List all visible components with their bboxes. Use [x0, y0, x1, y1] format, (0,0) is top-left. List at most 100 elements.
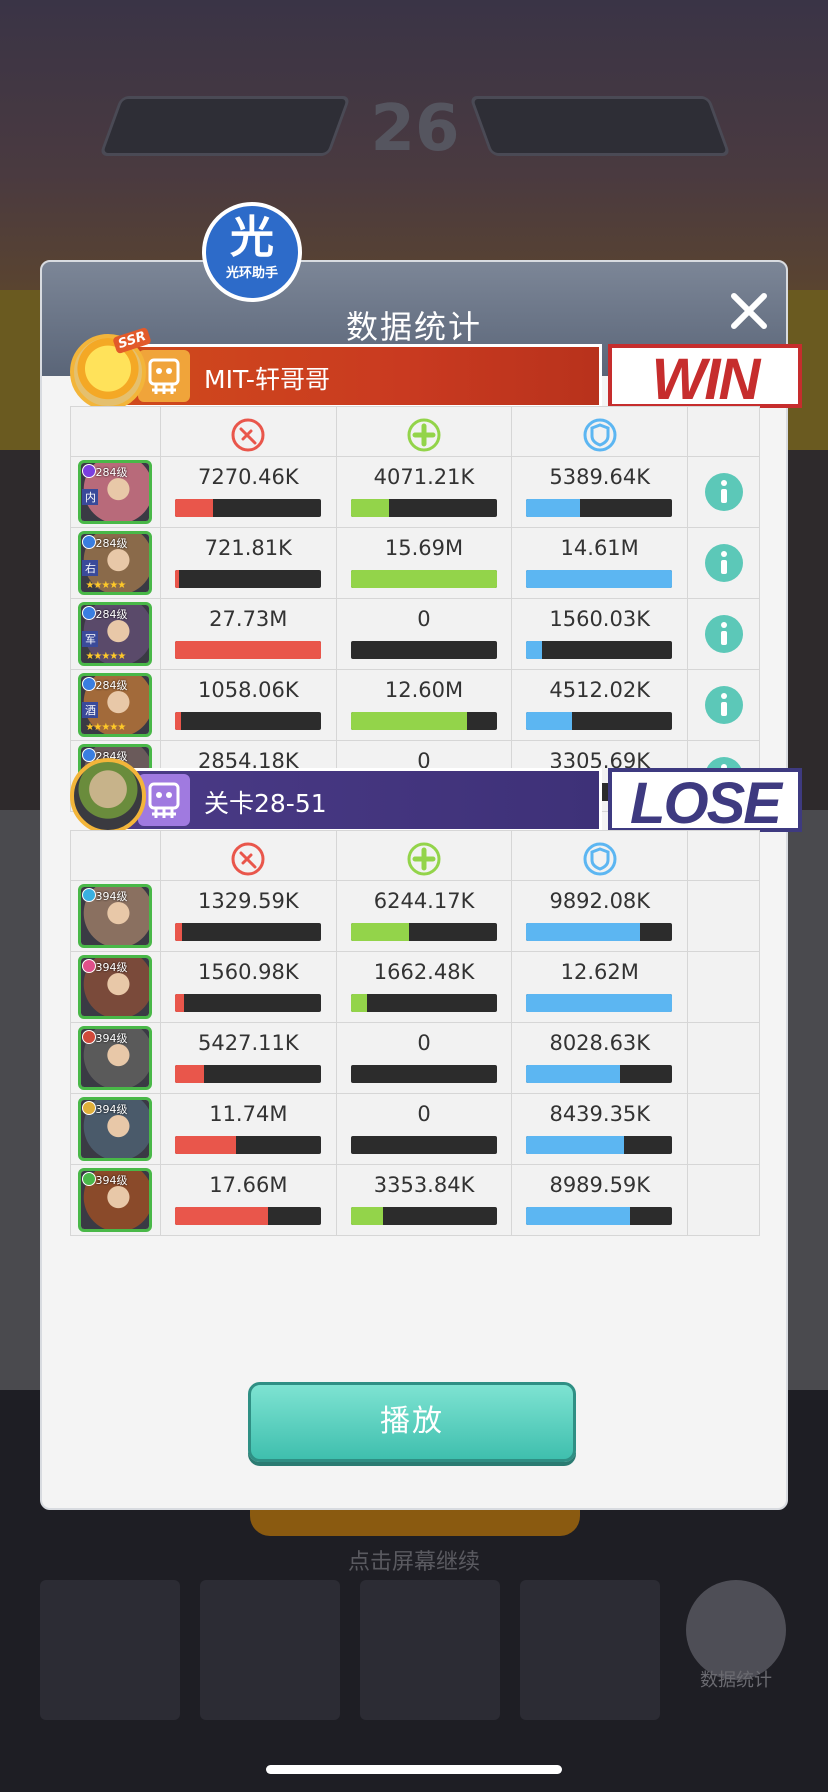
heal-bar	[350, 712, 497, 730]
defense-bar-fill	[526, 1207, 631, 1225]
hero-cell: 394级	[70, 1093, 161, 1165]
defense-cell: 9892.08K	[511, 880, 689, 952]
stats-header-row	[70, 406, 760, 457]
play-button[interactable]: 播放	[248, 1382, 576, 1462]
heal-icon	[407, 842, 441, 875]
info-cell	[687, 1093, 760, 1165]
dialog-title: 数据统计	[345, 308, 482, 346]
hero-cell: 284级酒 ★★★★★	[70, 669, 161, 741]
heal-cell: 4071.21K	[335, 456, 513, 528]
heal-cell: 0	[335, 598, 513, 670]
watermark-glyph: 光	[230, 212, 274, 263]
hero-stats-row: 284级内 7270.46K 4071.21K 5389.64K	[70, 456, 760, 528]
info-icon[interactable]	[704, 685, 744, 725]
hero-card[interactable]: 284级酒 ★★★★★	[78, 673, 153, 737]
damage-bar	[174, 1136, 321, 1154]
hero-stats-row: 284级酒 ★★★★★ 1058.06K 12.60M 4512.02K	[70, 669, 760, 741]
info-cell	[687, 669, 760, 741]
defense-column-header	[511, 830, 689, 881]
hero-card[interactable]: 394级	[78, 1026, 153, 1090]
damage-cell: 5427.11K	[159, 1022, 337, 1094]
hero-cell: 284级右 ★★★★★	[70, 527, 161, 599]
shield-icon	[583, 418, 617, 451]
heal-bar	[350, 994, 497, 1012]
defense-value: 9892.08K	[549, 889, 651, 913]
damage-bar-fill	[174, 499, 213, 517]
damage-icon	[231, 418, 265, 451]
heal-cell: 0	[335, 1022, 513, 1094]
damage-value: 7270.46K	[197, 465, 299, 489]
damage-bar-fill	[174, 1065, 205, 1083]
defense-bar-fill	[526, 1065, 620, 1083]
defense-cell: 8028.63K	[511, 1022, 689, 1094]
hero-card[interactable]: 394级	[78, 955, 153, 1019]
hero-cell: 394级	[70, 951, 161, 1023]
damage-value: 1329.59K	[198, 889, 299, 913]
team-name: 关卡28-51	[204, 789, 327, 818]
hero-stats-row: 284级军 ★★★★★ 27.73M 0 1560.03K	[70, 598, 760, 670]
watermark-text: 光环助手	[225, 266, 278, 281]
hero-cell: 394级	[70, 1164, 161, 1236]
hero-stats-row: 394级 5427.11K 0 8028.63K	[70, 1022, 760, 1094]
hero-star-rating: ★★★★★	[85, 580, 126, 591]
damage-value: 5427.11K	[198, 1031, 299, 1055]
watermark-logo: 光 光环助手	[202, 202, 302, 302]
damage-value: 721.81K	[204, 536, 292, 560]
damage-column-header	[159, 406, 337, 457]
damage-value: 17.66M	[209, 1173, 288, 1197]
damage-bar-fill	[174, 712, 181, 730]
defense-cell: 8439.35K	[511, 1093, 689, 1165]
defense-bar-fill	[526, 499, 581, 517]
damage-value: 1058.06K	[197, 678, 299, 702]
hero-card[interactable]: 284级内	[78, 460, 153, 524]
stats-fab-button[interactable]	[686, 1580, 786, 1680]
hero-level: 394级	[95, 961, 128, 974]
hero-card[interactable]: 284级军 ★★★★★	[78, 602, 153, 666]
damage-value: 11.74M	[209, 1102, 288, 1126]
hero-column-header	[70, 830, 161, 881]
defense-bar	[526, 1207, 673, 1225]
hero-cell: 394级	[70, 880, 161, 952]
hero-card[interactable]: 394级	[78, 884, 153, 948]
damage-bar-fill	[174, 570, 180, 588]
stats-dialog: 数据统计 MIT-轩哥哥 WIN SSR 284级内 7270.46K 4071.2…	[40, 202, 802, 1510]
damage-cell: 7270.46K	[159, 456, 337, 528]
defense-bar	[526, 641, 673, 659]
defense-bar	[526, 1136, 673, 1154]
defense-bar-fill	[526, 570, 673, 588]
tap-to-continue-hint: 点击屏幕继续	[347, 1550, 480, 1575]
home-indicator[interactable]	[266, 1765, 562, 1774]
right-team-hud	[469, 96, 731, 156]
heal-icon	[407, 418, 441, 451]
defense-value: 8028.63K	[549, 1031, 651, 1055]
info-icon[interactable]	[704, 543, 744, 583]
info-cell	[687, 456, 760, 528]
hero-card[interactable]: 394级	[78, 1168, 153, 1232]
hero-stats-row: 394级 11.74M 0 8439.35K	[70, 1093, 760, 1165]
heal-cell: 0	[335, 1093, 513, 1165]
stats-header-row	[70, 830, 760, 881]
damage-column-header	[159, 830, 337, 881]
info-cell	[687, 880, 760, 952]
info-cell	[687, 527, 760, 599]
hero-card-bg	[40, 1580, 180, 1720]
hero-card[interactable]: 394级	[78, 1097, 153, 1161]
hero-level: 284级	[95, 537, 128, 550]
round-counter: 26	[370, 92, 460, 166]
heal-bar-fill	[350, 570, 497, 588]
damage-value: 27.73M	[209, 607, 288, 631]
info-icon[interactable]	[704, 472, 744, 512]
heal-bar-fill	[350, 1207, 383, 1225]
hero-star-rating: ★★★★★	[85, 651, 126, 662]
defense-bar-fill	[526, 994, 673, 1012]
hero-card[interactable]: 284级右 ★★★★★	[78, 531, 153, 595]
damage-bar-fill	[174, 923, 183, 941]
close-button[interactable]	[726, 288, 772, 334]
info-icon[interactable]	[704, 614, 744, 654]
defense-value: 4512.02K	[549, 678, 650, 702]
lose-badge: LOSE	[608, 768, 802, 836]
damage-bar	[174, 994, 321, 1012]
info-cell	[687, 598, 760, 670]
heal-column-header	[335, 830, 513, 881]
hero-position-tag: 内	[82, 489, 99, 505]
